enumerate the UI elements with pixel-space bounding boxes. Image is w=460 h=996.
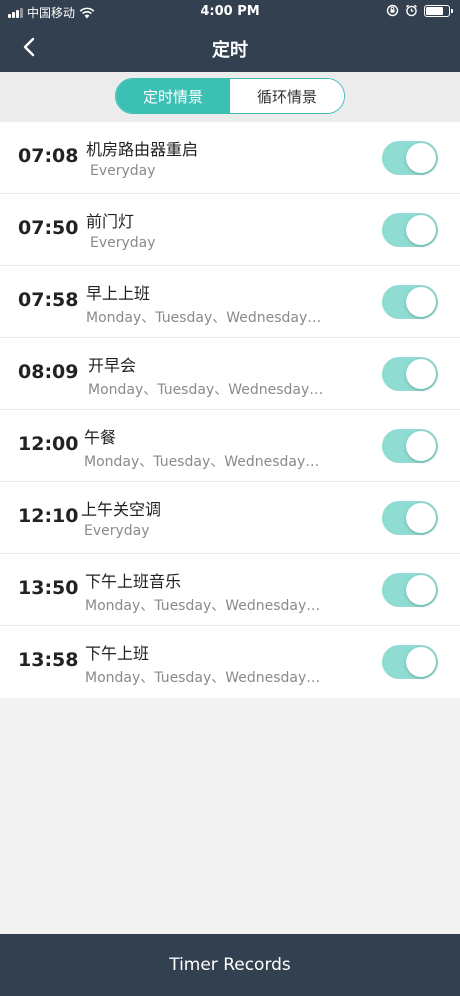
toggle-knob bbox=[406, 575, 436, 605]
timer-toggle[interactable] bbox=[382, 429, 438, 463]
timer-time: 13:50 bbox=[18, 577, 79, 599]
page-title: 定时 bbox=[212, 40, 248, 61]
status-bar: 中国移动 4:00 PM bbox=[0, 0, 460, 24]
timer-row[interactable]: 12:10 上午关空调 Everyday bbox=[0, 482, 460, 554]
timer-time: 07:08 bbox=[18, 145, 79, 167]
timer-days: Monday、Tuesday、Wednesday… bbox=[85, 598, 321, 614]
timer-time: 08:09 bbox=[18, 361, 79, 383]
timer-row[interactable]: 07:58 早上上班 Monday、Tuesday、Wednesday… bbox=[0, 266, 460, 338]
toggle-knob bbox=[406, 647, 436, 677]
timer-time: 07:50 bbox=[18, 217, 79, 239]
status-right bbox=[386, 4, 453, 17]
timer-toggle[interactable] bbox=[382, 645, 438, 679]
tab-timed-scenes[interactable]: 定时情景 bbox=[116, 79, 230, 113]
timer-list: 07:08 机房路由器重启 Everyday 07:50 前门灯 Everyda… bbox=[0, 122, 460, 698]
toggle-knob bbox=[406, 503, 436, 533]
timer-name: 早上上班 bbox=[86, 284, 151, 303]
timer-days: Monday、Tuesday、Wednesday… bbox=[86, 310, 322, 326]
timer-time: 12:10 bbox=[18, 505, 79, 527]
timer-toggle[interactable] bbox=[382, 285, 438, 319]
timer-days: Everyday bbox=[90, 235, 156, 251]
timer-toggle[interactable] bbox=[382, 357, 438, 391]
timer-row[interactable]: 07:08 机房路由器重启 Everyday bbox=[0, 122, 460, 194]
alarm-icon bbox=[406, 4, 417, 17]
timer-row[interactable]: 13:50 下午上班音乐 Monday、Tuesday、Wednesday… bbox=[0, 554, 460, 626]
tab-loop-scenes[interactable]: 循环情景 bbox=[230, 79, 344, 113]
timer-days: Everyday bbox=[90, 163, 156, 179]
timer-row[interactable]: 08:09 开早会 Monday、Tuesday、Wednesday… bbox=[0, 338, 460, 410]
battery-icon bbox=[424, 4, 453, 17]
timer-name: 开早会 bbox=[88, 356, 137, 375]
toggle-knob bbox=[406, 215, 436, 245]
app-header: 中国移动 4:00 PM 定时 bbox=[0, 0, 460, 72]
timer-name: 机房路由器重启 bbox=[86, 140, 199, 159]
timer-time: 12:00 bbox=[18, 433, 79, 455]
timer-name: 午餐 bbox=[84, 428, 117, 447]
timer-toggle[interactable] bbox=[382, 573, 438, 607]
timer-toggle[interactable] bbox=[382, 501, 438, 535]
timer-records-button[interactable]: Timer Records bbox=[0, 934, 460, 996]
toggle-knob bbox=[406, 287, 436, 317]
rotation-lock-icon bbox=[386, 4, 399, 17]
toggle-knob bbox=[406, 359, 436, 389]
timer-name: 下午上班 bbox=[85, 644, 150, 663]
segment-bar: 定时情景 循环情景 bbox=[0, 72, 460, 122]
timer-name: 前门灯 bbox=[86, 212, 135, 231]
timer-days: Everyday bbox=[84, 523, 150, 539]
segmented-control: 定时情景 循环情景 bbox=[115, 78, 345, 114]
timer-toggle[interactable] bbox=[382, 213, 438, 247]
timer-row[interactable]: 13:58 下午上班 Monday、Tuesday、Wednesday… bbox=[0, 626, 460, 698]
timer-time: 07:58 bbox=[18, 289, 79, 311]
timer-days: Monday、Tuesday、Wednesday… bbox=[88, 382, 324, 398]
timer-name: 上午关空调 bbox=[81, 500, 162, 519]
timer-days: Monday、Tuesday、Wednesday… bbox=[84, 454, 320, 470]
timer-toggle[interactable] bbox=[382, 141, 438, 175]
toggle-knob bbox=[406, 143, 436, 173]
timer-time: 13:58 bbox=[18, 649, 79, 671]
timer-row[interactable]: 07:50 前门灯 Everyday bbox=[0, 194, 460, 266]
toggle-knob bbox=[406, 431, 436, 461]
timer-row[interactable]: 12:00 午餐 Monday、Tuesday、Wednesday… bbox=[0, 410, 460, 482]
timer-days: Monday、Tuesday、Wednesday… bbox=[85, 670, 321, 686]
timer-name: 下午上班音乐 bbox=[85, 572, 182, 591]
